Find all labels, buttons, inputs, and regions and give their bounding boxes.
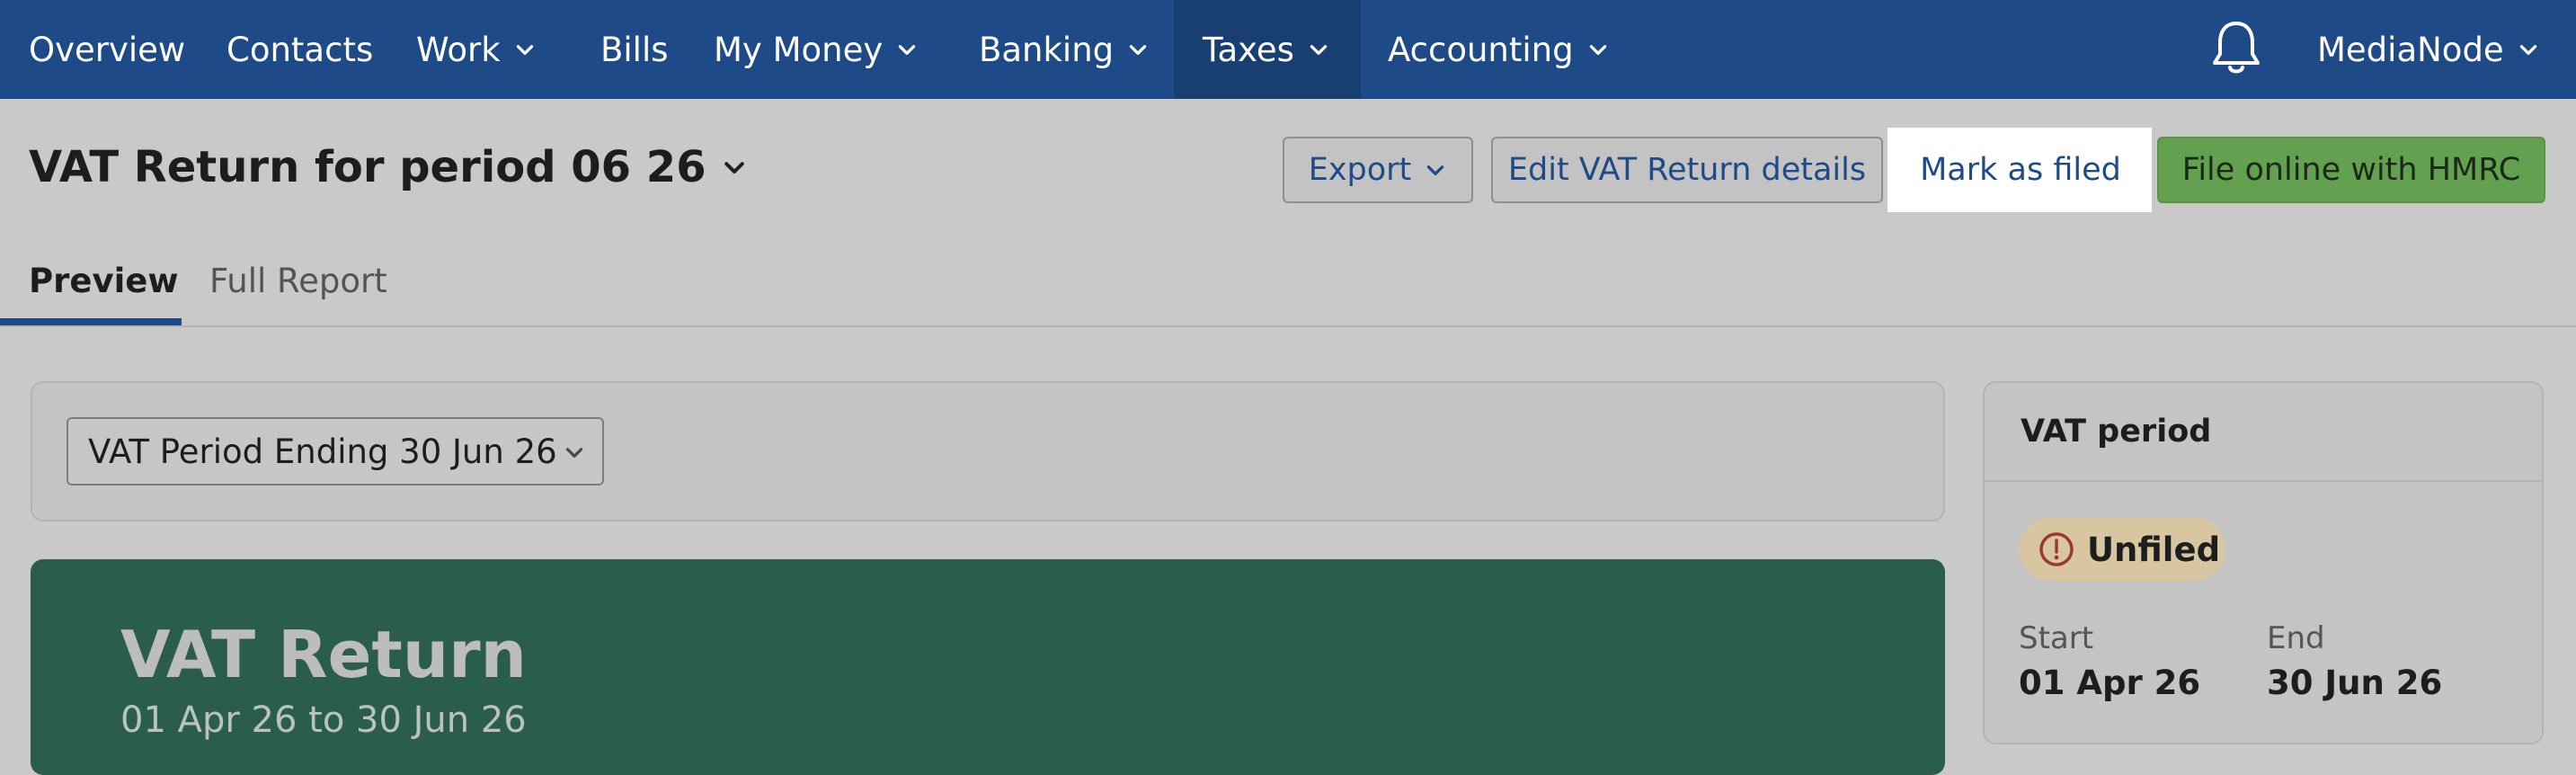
- chevron-down-icon: [2519, 45, 2536, 55]
- status-badge-text: Unfiled: [2087, 530, 2221, 569]
- tab-bar: Preview Full Report: [0, 236, 2576, 327]
- nav-item-label: My Money: [714, 30, 884, 69]
- page-title[interactable]: VAT Return for period 06 26: [29, 142, 748, 192]
- edit-vat-return-label: Edit VAT Return details: [1507, 152, 1867, 188]
- chevron-down-icon: [1129, 45, 1147, 55]
- file-online-hmrc-label: File online with HMRC: [2181, 152, 2521, 188]
- account-menu[interactable]: MediaNode: [2317, 0, 2540, 99]
- edit-vat-return-button[interactable]: Edit VAT Return details: [1491, 137, 1883, 203]
- nav-item-contacts[interactable]: Contacts: [227, 0, 373, 99]
- bell-icon[interactable]: [2207, 18, 2265, 77]
- active-tab-indicator: [0, 318, 182, 325]
- end-value: 30 Jun 26: [2267, 664, 2443, 702]
- mark-as-filed-label: Mark as filed: [1920, 152, 2121, 188]
- nav-item-label: Work: [416, 30, 501, 69]
- page-title-text: VAT Return for period 06 26: [29, 142, 706, 192]
- vat-period-title: VAT period: [2021, 414, 2212, 450]
- start-label: Start: [2019, 620, 2094, 656]
- nav-item-label: Accounting: [1388, 30, 1574, 69]
- start-value: 01 Apr 26: [2019, 664, 2201, 702]
- nav-item-label: Overview: [29, 30, 186, 69]
- nav-item-banking[interactable]: Banking: [979, 0, 1150, 99]
- chevron-down-icon: [1427, 165, 1444, 175]
- chevron-down-icon: [724, 162, 744, 174]
- vat-return-title: VAT Return: [120, 617, 527, 692]
- export-button[interactable]: Export: [1283, 137, 1473, 203]
- tab-full-report[interactable]: Full Report: [209, 236, 387, 325]
- exclamation-circle-icon: [2039, 532, 2074, 566]
- nav-item-label: Contacts: [227, 30, 374, 69]
- chevron-down-icon: [1310, 45, 1328, 55]
- chevron-down-icon: [1589, 45, 1606, 55]
- vat-return-card: VAT Return 01 Apr 26 to 30 Jun 26: [31, 559, 1945, 775]
- nav-item-work[interactable]: Work: [416, 0, 537, 99]
- tab-label: Full Report: [209, 261, 387, 300]
- top-nav: Overview Contacts Work Bills My Money Ba…: [0, 0, 2576, 99]
- tab-label: Preview: [29, 261, 179, 300]
- tab-preview[interactable]: Preview: [29, 236, 179, 325]
- vat-period-select[interactable]: VAT Period Ending 30 Jun 26: [67, 417, 604, 485]
- nav-item-bills[interactable]: Bills: [600, 0, 669, 99]
- chevron-down-icon: [565, 448, 583, 458]
- mark-as-filed-button[interactable]: Mark as filed: [1900, 137, 2141, 203]
- vat-period-header: VAT period: [1983, 381, 2544, 482]
- end-label: End: [2267, 620, 2325, 656]
- vat-period-select-value: VAT Period Ending 30 Jun 26: [88, 432, 557, 471]
- nav-item-label: Bills: [600, 30, 669, 69]
- status-badge: Unfiled: [2019, 518, 2225, 581]
- export-label: Export: [1308, 152, 1412, 188]
- nav-item-accounting[interactable]: Accounting: [1388, 0, 1610, 99]
- nav-item-my-money[interactable]: My Money: [714, 0, 919, 99]
- nav-item-label: Taxes: [1203, 30, 1294, 69]
- nav-item-overview[interactable]: Overview: [29, 0, 185, 99]
- nav-item-taxes[interactable]: Taxes: [1174, 0, 1361, 99]
- file-online-hmrc-button[interactable]: File online with HMRC: [2157, 137, 2545, 203]
- chevron-down-icon: [516, 45, 533, 55]
- account-name: MediaNode: [2317, 30, 2504, 69]
- chevron-down-icon: [899, 45, 916, 55]
- nav-item-label: Banking: [979, 30, 1115, 69]
- vat-return-date-range: 01 Apr 26 to 30 Jun 26: [120, 699, 527, 741]
